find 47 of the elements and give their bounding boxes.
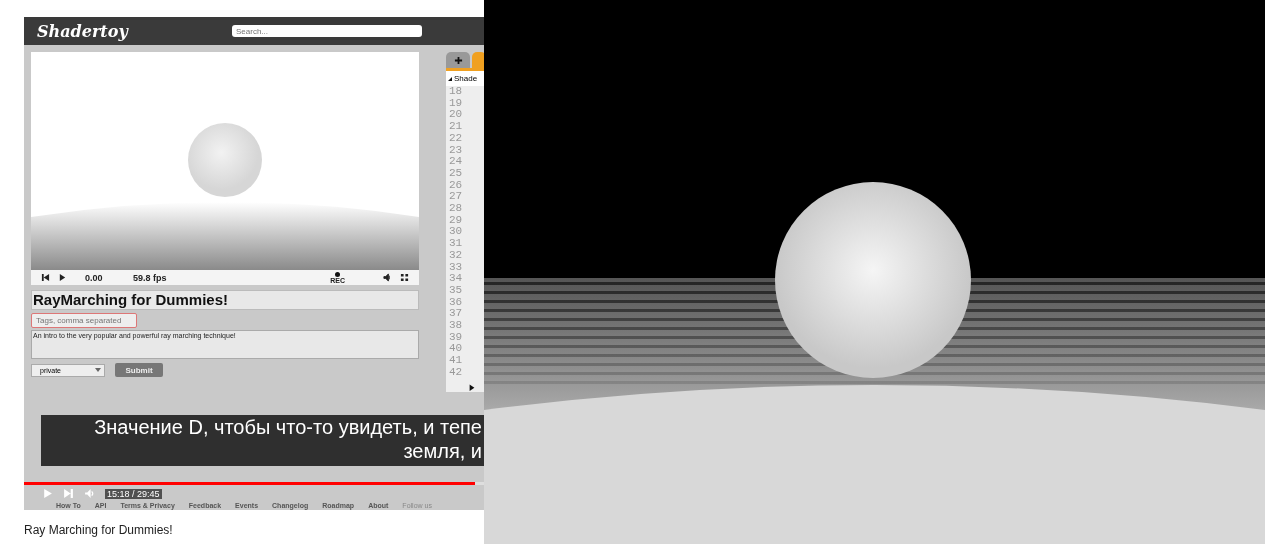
tags-field[interactable]: Tags, comma separated: [31, 313, 137, 328]
line-number: 31: [449, 238, 464, 250]
plus-icon: [453, 55, 463, 65]
line-number: 32: [449, 249, 464, 262]
line-number: 24: [449, 156, 464, 168]
video-time: 15:18 / 29:45: [105, 488, 162, 499]
submit-button[interactable]: Submit: [115, 363, 163, 377]
line-number: 26: [449, 179, 464, 192]
site-logo[interactable]: Shadertoy: [37, 21, 232, 41]
play-icon[interactable]: [58, 273, 67, 282]
subtitle-line: Значение D, чтобы что-то увидеть, и тепе: [94, 415, 483, 439]
line-number: 21: [449, 121, 464, 133]
line-number: 30: [449, 226, 464, 239]
line-number: 40: [449, 343, 464, 356]
video-player[interactable]: [24, 17, 484, 510]
line-number: 38: [449, 320, 464, 332]
line-number: 20: [449, 109, 464, 122]
line-number: 27: [449, 191, 464, 204]
play-icon[interactable]: [468, 382, 476, 392]
fullscreen-icon[interactable]: [400, 273, 409, 282]
line-number: 39: [449, 331, 464, 344]
line-number: 28: [449, 203, 464, 215]
subtitle-line: земля, и: [403, 439, 483, 463]
line-number: 36: [449, 296, 464, 309]
line-number: 41: [449, 355, 464, 367]
line-number: 35: [449, 284, 464, 297]
triangle-icon: [448, 76, 452, 81]
playback-time: 0.00: [85, 272, 104, 283]
line-number: 42: [449, 366, 464, 379]
line-number: 22: [449, 132, 464, 145]
shader-title-field[interactable]: RayMarching for Dummies!: [31, 290, 419, 310]
line-number: 34: [449, 273, 464, 285]
add-tab-button[interactable]: [446, 52, 470, 68]
line-number: 23: [449, 144, 464, 157]
line-number: 37: [449, 308, 464, 321]
volume-icon[interactable]: [383, 273, 392, 282]
line-number: 18: [449, 86, 464, 98]
search-field[interactable]: Search...: [232, 25, 422, 37]
line-number: 19: [449, 97, 464, 110]
fps-counter: 59.8 fps: [133, 272, 168, 283]
line-number: 25: [449, 167, 464, 180]
caret-icon: [95, 368, 101, 372]
shader-tab[interactable]: Shade: [446, 71, 484, 86]
rewind-icon[interactable]: [41, 273, 50, 282]
line-number: 33: [449, 261, 464, 274]
video-title: Ray Marching for Dummies!: [24, 523, 173, 537]
line-number: 29: [449, 214, 464, 227]
